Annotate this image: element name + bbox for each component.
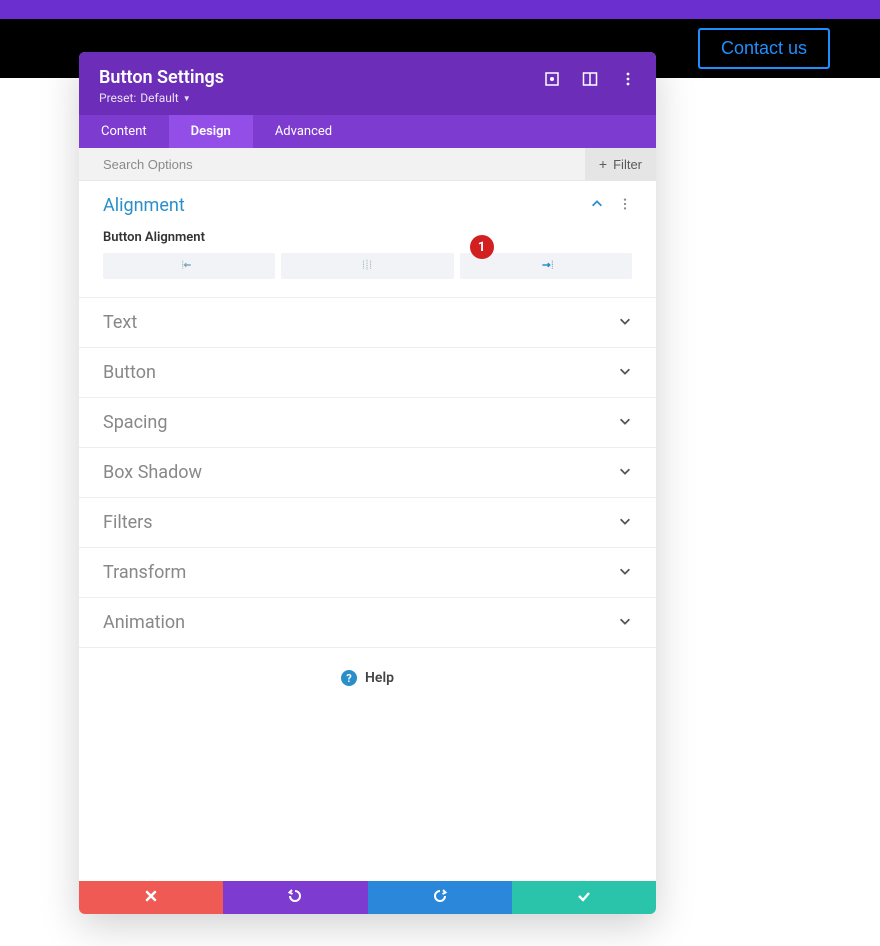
section-head-box-shadow[interactable]: Box Shadow — [79, 448, 656, 497]
settings-modal: Button Settings Preset: Default ▼ Conten… — [79, 52, 656, 914]
section-body-alignment: Button Alignment — [79, 230, 656, 297]
search-bar: + Filter — [79, 148, 656, 181]
save-button[interactable] — [512, 881, 656, 914]
layout-icon[interactable] — [582, 71, 598, 87]
chevron-down-icon — [618, 612, 632, 633]
section-head-transform[interactable]: Transform — [79, 548, 656, 597]
align-left-button[interactable] — [103, 253, 275, 279]
section-title: Transform — [103, 562, 186, 583]
content-scroll[interactable]: Alignment Button Alignment — [79, 181, 656, 881]
section-alignment: Alignment Button Alignment — [79, 181, 656, 298]
section-button: Button — [79, 348, 656, 398]
chevron-down-icon — [618, 362, 632, 383]
alignment-options: 1 — [103, 253, 632, 279]
callout-badge-1: 1 — [470, 235, 494, 259]
field-label-button-alignment: Button Alignment — [103, 230, 632, 245]
section-title: Box Shadow — [103, 462, 202, 483]
section-text: Text — [79, 298, 656, 348]
section-head-alignment[interactable]: Alignment — [79, 181, 656, 230]
close-icon — [143, 888, 159, 907]
modal-title: Button Settings — [99, 67, 224, 88]
section-title: Button — [103, 362, 156, 383]
help-link[interactable]: ? Help — [79, 648, 656, 708]
preset-prefix: Preset: — [99, 91, 136, 105]
section-transform: Transform — [79, 548, 656, 598]
search-input[interactable] — [79, 148, 585, 180]
section-head-spacing[interactable]: Spacing — [79, 398, 656, 447]
modal-header-actions — [544, 67, 636, 87]
help-icon: ? — [341, 670, 357, 686]
discard-button[interactable] — [79, 881, 223, 914]
section-title: Animation — [103, 612, 185, 633]
preset-dropdown[interactable]: Preset: Default ▼ — [99, 91, 224, 105]
tab-design[interactable]: Design — [169, 115, 253, 148]
chevron-down-icon — [618, 412, 632, 433]
responsive-icon[interactable] — [544, 71, 560, 87]
section-head-text[interactable]: Text — [79, 298, 656, 347]
redo-button[interactable] — [368, 881, 512, 914]
filter-button[interactable]: + Filter — [585, 148, 656, 180]
check-icon — [576, 888, 592, 907]
plus-icon: + — [599, 157, 607, 171]
chevron-down-icon — [618, 462, 632, 483]
section-title: Filters — [103, 512, 153, 533]
section-head-filters[interactable]: Filters — [79, 498, 656, 547]
preset-value: Default — [140, 91, 178, 105]
align-center-icon — [358, 258, 376, 275]
chevron-down-icon — [618, 562, 632, 583]
redo-icon — [432, 888, 448, 907]
align-right-icon — [537, 258, 555, 275]
modal-header: Button Settings Preset: Default ▼ — [79, 52, 656, 115]
tab-content[interactable]: Content — [79, 115, 169, 148]
undo-icon — [287, 888, 303, 907]
chevron-down-icon — [618, 312, 632, 333]
tab-advanced[interactable]: Advanced — [253, 115, 354, 148]
section-head-button[interactable]: Button — [79, 348, 656, 397]
chevron-down-icon — [618, 512, 632, 533]
top-purple-bar — [0, 0, 880, 19]
modal-title-block: Button Settings Preset: Default ▼ — [99, 67, 224, 105]
section-title: Spacing — [103, 412, 167, 433]
section-animation: Animation — [79, 598, 656, 648]
section-spacing: Spacing — [79, 398, 656, 448]
align-left-icon — [180, 258, 198, 275]
contact-us-button[interactable]: Contact us — [698, 28, 830, 69]
chevron-up-icon — [590, 195, 604, 216]
undo-button[interactable] — [223, 881, 367, 914]
section-head-animation[interactable]: Animation — [79, 598, 656, 647]
filter-label: Filter — [613, 157, 642, 172]
more-icon[interactable] — [620, 71, 636, 87]
section-title: Text — [103, 312, 137, 333]
section-more-icon[interactable] — [618, 195, 632, 216]
align-center-button[interactable] — [281, 253, 453, 279]
modal-footer — [79, 881, 656, 914]
section-filters: Filters — [79, 498, 656, 548]
help-label: Help — [365, 670, 394, 686]
section-box-shadow: Box Shadow — [79, 448, 656, 498]
tabs: Content Design Advanced — [79, 115, 656, 148]
section-title: Alignment — [103, 195, 185, 216]
caret-down-icon: ▼ — [183, 94, 191, 103]
